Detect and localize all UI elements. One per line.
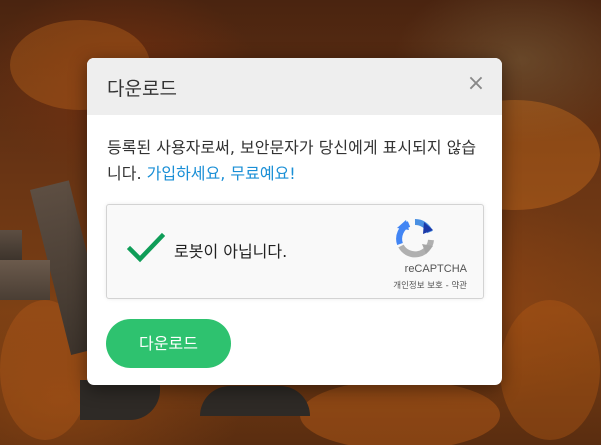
recaptcha-logo-icon bbox=[396, 218, 434, 258]
captcha-label: 로봇이 아닙니다. bbox=[174, 242, 288, 261]
bench-backrest bbox=[0, 230, 22, 260]
close-icon[interactable]: × bbox=[466, 72, 486, 96]
dialog-header: 다운로드 × bbox=[87, 58, 502, 115]
download-dialog: 다운로드 × 등록된 사용자로써, 보안문자가 당신에게 표시되지 않습니다. … bbox=[87, 58, 502, 385]
dialog-title: 다운로드 bbox=[107, 78, 177, 100]
download-button[interactable]: 다운로드 bbox=[106, 319, 231, 368]
bench-frame bbox=[200, 386, 310, 416]
bench-seat bbox=[0, 260, 50, 300]
dialog-body: 등록된 사용자로써, 보안문자가 당신에게 표시되지 않습니다. 가입하세요, … bbox=[87, 115, 502, 187]
recaptcha-links: 개인정보 보호 - 약관 bbox=[393, 279, 467, 291]
background-foliage bbox=[300, 380, 500, 445]
security-message: 등록된 사용자로써, 보안문자가 당신에게 표시되지 않습니다. 가입하세요, … bbox=[107, 135, 482, 187]
bench-frame bbox=[80, 380, 160, 420]
terms-link[interactable]: 약관 bbox=[451, 281, 467, 291]
signup-link[interactable]: 가입하세요, 무료예요! bbox=[147, 164, 296, 183]
recaptcha-brand: reCAPTCHA bbox=[404, 263, 467, 275]
privacy-link[interactable]: 개인정보 보호 bbox=[393, 281, 443, 291]
checkmark-icon[interactable] bbox=[127, 232, 165, 264]
background-foliage bbox=[500, 300, 600, 440]
recaptcha-widget[interactable]: 로봇이 아닙니다. reCAPTCHA 개인정보 보호 - 약관 bbox=[106, 204, 484, 299]
